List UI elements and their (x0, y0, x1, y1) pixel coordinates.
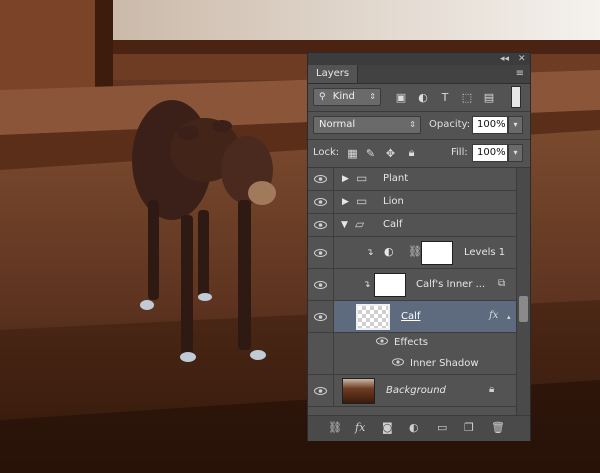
effect-name: Inner Shadow (410, 358, 479, 369)
layers-scrollbar[interactable] (516, 168, 530, 426)
mask-link-icon[interactable]: ⛓ (408, 246, 422, 258)
collapse-arrow-icon[interactable]: ▼ (341, 219, 348, 231)
open-folder-icon: ▱ (355, 217, 365, 231)
search-icon: ⚲ (319, 92, 326, 102)
chevron-updown-icon: ⇕ (409, 120, 416, 129)
chevron-updown-icon: ⇕ (369, 92, 376, 101)
visibility-eye-icon[interactable] (376, 337, 388, 349)
adjustment-layer-icon[interactable]: ◐ (409, 421, 419, 434)
expand-arrow-icon[interactable]: ▶ (342, 196, 349, 208)
opacity-dropdown[interactable]: ▾ (508, 116, 523, 134)
layers-panel: ◂◂ ✕ Layers ≡ ⚲ Kind ⇕ ▣ ◐ T ⬚ ▤ Normal … (307, 52, 531, 441)
fill-label: Fill: (451, 147, 468, 158)
layer-name: Background (386, 385, 446, 396)
lock-icon: 🔒︎ (489, 384, 495, 395)
layer-name: Levels 1 (464, 247, 506, 258)
visibility-eye-icon[interactable] (308, 269, 334, 300)
blend-mode-value: Normal (319, 119, 356, 130)
visibility-eye-icon[interactable] (308, 191, 334, 213)
divider (308, 139, 530, 140)
new-group-icon[interactable]: ▭ (437, 421, 447, 434)
layer-row-calf[interactable]: Calf fx ▴ (308, 301, 516, 333)
layer-mask-thumbnail[interactable] (421, 241, 453, 265)
tab-layers[interactable]: Layers (308, 65, 359, 83)
panel-menu-icon[interactable]: ≡ (516, 68, 524, 79)
inner-shadow-row[interactable]: Inner Shadow (308, 353, 516, 375)
link-layers-icon[interactable]: ⛓ (328, 421, 342, 434)
filter-kind-select[interactable]: ⚲ Kind ⇕ (313, 88, 381, 106)
layer-name: Calf (383, 219, 403, 230)
layer-row-calfs-inner[interactable]: ↴ Calf's Inner ... ⧉ (308, 269, 516, 301)
visibility-eye-icon[interactable] (392, 358, 404, 370)
visibility-eye-icon[interactable] (308, 375, 334, 406)
adjustment-filter-icon[interactable]: ◐ (415, 88, 431, 106)
visibility-eye-icon[interactable] (308, 237, 334, 268)
adjustment-layer-icon: ◐ (384, 245, 394, 258)
fx-icon[interactable]: fx (355, 421, 365, 434)
effects-row[interactable]: Effects (308, 333, 516, 353)
layer-row-plant[interactable]: ▶ ▭ Plant (308, 168, 516, 191)
type-filter-icon[interactable]: T (437, 88, 453, 106)
layer-row-lion[interactable]: ▶ ▭ Lion (308, 191, 516, 214)
effects-toggle-arrow-icon[interactable]: ▴ (507, 311, 511, 323)
layer-row-levels-1[interactable]: ↴ ◐ ⛓ Levels 1 (308, 237, 516, 269)
effects-label: Effects (394, 337, 428, 348)
layer-thumbnail[interactable] (374, 273, 406, 297)
eye-spacer (308, 333, 334, 353)
fill-dropdown[interactable]: ▾ (508, 144, 523, 162)
visibility-eye-icon[interactable] (308, 168, 334, 190)
shape-filter-icon[interactable]: ⬚ (459, 88, 475, 106)
panel-footer: ⛓ fx ◙ ◐ ▭ ❐ 🗑︎ (308, 415, 530, 441)
layer-name: Calf's Inner ... (416, 279, 486, 290)
blend-mode-select[interactable]: Normal ⇕ (313, 116, 421, 134)
opacity-field[interactable]: 100% (472, 116, 508, 134)
folder-icon: ▭ (356, 171, 368, 185)
lock-transparent-pixels-icon[interactable]: ▦ (346, 144, 359, 162)
smart-object-icon: ⧉ (498, 278, 506, 289)
divider (308, 111, 530, 112)
smart-object-filter-icon[interactable]: ▤ (481, 88, 497, 106)
filter-kind-label: Kind (332, 91, 355, 102)
lock-all-icon[interactable]: 🔒︎ (405, 144, 418, 162)
scrollbar-thumb[interactable] (519, 296, 528, 322)
folder-icon: ▭ (356, 194, 368, 208)
eye-spacer (308, 353, 334, 374)
collapse-panel-icon[interactable]: ◂◂ (500, 53, 509, 65)
panel-tab-row: Layers ≡ (308, 65, 530, 84)
visibility-eye-icon[interactable] (308, 301, 334, 332)
layer-mask-icon[interactable]: ◙ (382, 421, 393, 434)
image-filter-icon[interactable]: ▣ (393, 88, 409, 106)
delete-layer-icon[interactable]: 🗑︎ (491, 421, 505, 434)
close-panel-icon[interactable]: ✕ (518, 53, 526, 65)
layer-name: Plant (383, 173, 409, 184)
layer-thumbnail[interactable] (356, 304, 390, 330)
lock-label: Lock: (313, 147, 340, 158)
layer-thumbnail[interactable] (342, 378, 375, 404)
lock-image-pixels-icon[interactable]: ✎ (364, 144, 377, 162)
layers-list: ▶ ▭ Plant ▶ ▭ Lion ▼ ▱ Calf ↴ ◐ ⛓ Levels… (308, 168, 516, 426)
clipping-arrow-icon: ↴ (363, 280, 371, 290)
opacity-label: Opacity: (429, 119, 471, 130)
panel-titlebar: ◂◂ ✕ (308, 53, 530, 65)
layer-name: Calf (401, 311, 421, 322)
fx-indicator-icon[interactable]: fx (489, 310, 498, 322)
layer-row-calf-group[interactable]: ▼ ▱ Calf (308, 214, 516, 237)
filter-toggle-icon[interactable] (511, 86, 521, 108)
lock-position-icon[interactable]: ✥ (384, 144, 397, 162)
layer-name: Lion (383, 196, 404, 207)
new-layer-icon[interactable]: ❐ (464, 421, 474, 434)
clipping-arrow-icon: ↴ (366, 248, 374, 258)
expand-arrow-icon[interactable]: ▶ (342, 173, 349, 185)
visibility-eye-icon[interactable] (308, 214, 334, 236)
layer-row-background[interactable]: Background 🔒︎ (308, 375, 516, 407)
fill-field[interactable]: 100% (472, 144, 508, 162)
